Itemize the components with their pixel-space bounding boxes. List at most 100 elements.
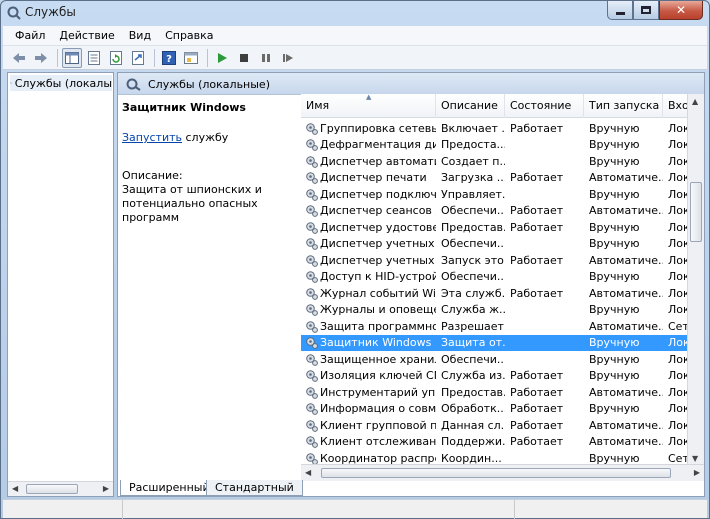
help-icon: ? [162, 50, 176, 65]
table-row[interactable]: Изоляция ключей CNG Служба из... Работает В… [301, 368, 704, 385]
minimize-icon [615, 11, 625, 15]
forward-button[interactable] [31, 48, 51, 68]
export-button[interactable] [128, 48, 148, 68]
stop-service-button[interactable] [234, 48, 254, 68]
tab-standard[interactable]: Стандартный [206, 480, 303, 496]
cell-description: Загрузка ... [441, 171, 505, 185]
table-row[interactable]: Информация о совме... Обработк... Работает… [301, 401, 704, 418]
cell-description: Служба из... [441, 369, 505, 383]
table-row[interactable]: Диспетчер учетных за... Запуск это... Рабо… [301, 252, 704, 269]
start-icon [218, 52, 227, 63]
scroll-left-icon[interactable]: ◀ [12, 484, 18, 493]
table-vertical-scrollbar[interactable]: ▲ ▼ [687, 94, 704, 466]
service-name-text: Изоляция ключей CNG [320, 369, 436, 383]
gear-icon [306, 337, 318, 350]
scrollbar-thumb[interactable] [321, 468, 671, 478]
scroll-right-icon[interactable]: ▶ [103, 484, 109, 493]
service-name-text: Группировка сетевых ... [320, 121, 436, 135]
menu-view[interactable]: Вид [123, 29, 159, 42]
back-button[interactable] [9, 48, 29, 68]
scrollbar-thumb[interactable] [690, 182, 702, 242]
service-name-text: Диспетчер учетных за... [320, 253, 436, 267]
table-row[interactable]: Диспетчер сеансов д... Обеспечи... Работае… [301, 203, 704, 220]
menu-help[interactable]: Справка [159, 29, 221, 42]
pause-service-button[interactable] [256, 48, 276, 68]
cell-name: Диспетчер сеансов д... [301, 204, 436, 217]
table-row[interactable]: Инструментарий упр... Предостав... Работае… [301, 384, 704, 401]
cell-description: Запуск это... [441, 253, 505, 267]
cell-description: Координ... [441, 451, 502, 465]
cell-description: Поддержи... [441, 435, 505, 449]
scroll-up-icon[interactable]: ▲ [692, 97, 698, 106]
properties-icon [88, 50, 100, 65]
scrollbar-thumb[interactable] [26, 484, 78, 494]
cell-description: Защита от... [441, 336, 505, 350]
start-service-button[interactable] [212, 48, 232, 68]
gear-icon [306, 238, 318, 251]
description-label: Описание: [122, 169, 183, 182]
status-cell [515, 500, 707, 519]
minimize-button[interactable] [607, 1, 633, 20]
cell-startup-type: Вручную [589, 336, 640, 350]
title-bar[interactable]: Службы ✕ [1, 1, 709, 25]
cell-name: Диспетчер удостовер... [301, 221, 436, 234]
menu-file[interactable]: Файл [9, 29, 53, 42]
restart-icon [283, 53, 293, 62]
column-status[interactable]: Состояние [505, 94, 584, 118]
cell-description: Обеспечи... [441, 204, 505, 218]
tab-extended[interactable]: Расширенный [120, 480, 219, 496]
table-row[interactable]: Диспетчер удостовер... Предостав... Работа… [301, 219, 704, 236]
table-row[interactable]: Клиент групповой по... Данная сл... Работа… [301, 417, 704, 434]
table-row[interactable]: Защищенное хранил...Обеспечи...ВручнуюЛо… [301, 351, 704, 368]
table-row[interactable]: Клиент отслеживания... Поддержи... Работае… [301, 434, 704, 451]
scroll-down-icon[interactable]: ▼ [692, 454, 698, 463]
service-name-text: Журнал событий Win... [320, 286, 436, 300]
sort-ascending-icon: ▲ [366, 94, 372, 101]
cell-status: Работает [510, 220, 564, 234]
table-row[interactable]: Группировка сетевых ... Включает ... Работ… [301, 120, 704, 137]
column-startup-type[interactable]: Тип запуска [584, 94, 663, 118]
gear-icon [306, 386, 318, 399]
table-horizontal-scrollbar[interactable]: ◀ ▶ [301, 464, 704, 481]
table-row[interactable]: Диспетчер автоматич... Создает п... Вручну… [301, 153, 704, 170]
cell-name: Журнал событий Win... [301, 287, 436, 300]
description-line: потенциально опасных программ [122, 197, 258, 224]
refresh-button[interactable] [106, 48, 126, 68]
close-button[interactable]: ✕ [659, 1, 703, 20]
scroll-right-icon[interactable]: ▶ [694, 468, 700, 477]
properties-button[interactable] [84, 48, 104, 68]
column-name[interactable]: ▲ Имя [301, 94, 436, 118]
restart-service-button[interactable] [278, 48, 298, 68]
cell-status: Работает [510, 369, 564, 383]
start-service-link[interactable]: Запустить [122, 131, 182, 144]
table-row[interactable]: Диспетчер подключе... Управляет... Вручную… [301, 186, 704, 203]
table-row[interactable]: Журналы и оповеще...Служба ж...ВручнуюЛо… [301, 302, 704, 319]
tree-item-services[interactable]: Службы (локалы [10, 75, 112, 91]
gear-icon [306, 320, 318, 333]
column-description[interactable]: Описание [436, 94, 505, 118]
maximize-button[interactable] [633, 1, 659, 20]
tree-horizontal-scrollbar[interactable]: ◀ ▶ [8, 481, 113, 496]
cell-startup-type: Вручную [589, 303, 640, 317]
table-row[interactable]: Защитник WindowsЗащита от...ВручнуюЛока [301, 334, 704, 351]
gear-icon [126, 77, 142, 94]
cell-startup-type: Вручную [589, 402, 640, 416]
service-name-text: Защитник Windows [320, 336, 432, 350]
service-name-text: Клиент отслеживания... [320, 435, 436, 449]
console-tree: Службы (локалы ◀ ▶ [7, 72, 114, 497]
table-row[interactable]: Журнал событий Win... Эта служб... Работае… [301, 285, 704, 302]
view-button[interactable] [181, 48, 201, 68]
table-row[interactable]: Диспетчер учетных д... Обеспечи... Вручную… [301, 236, 704, 253]
cell-status: Работает [510, 385, 564, 399]
table-row[interactable]: Диспетчер печати Загрузка ... Работает Авто… [301, 170, 704, 187]
menu-action[interactable]: Действие [53, 29, 122, 42]
help-button[interactable]: ? [159, 48, 179, 68]
table-row[interactable]: Доступ к HID-устройс... Обеспечи... Вручну… [301, 269, 704, 286]
cell-startup-type: Автоматиче... [589, 204, 663, 218]
table-row[interactable]: Дефрагментация дискаПредоста...ВручнуюЛо… [301, 137, 704, 154]
table-row[interactable]: Защита программног... Разрешает... Автомат… [301, 318, 704, 335]
status-bar [3, 499, 707, 519]
scroll-left-icon[interactable]: ◀ [305, 468, 311, 477]
cell-name: Изоляция ключей CNG [301, 369, 436, 382]
console-tree-button[interactable] [62, 47, 82, 68]
